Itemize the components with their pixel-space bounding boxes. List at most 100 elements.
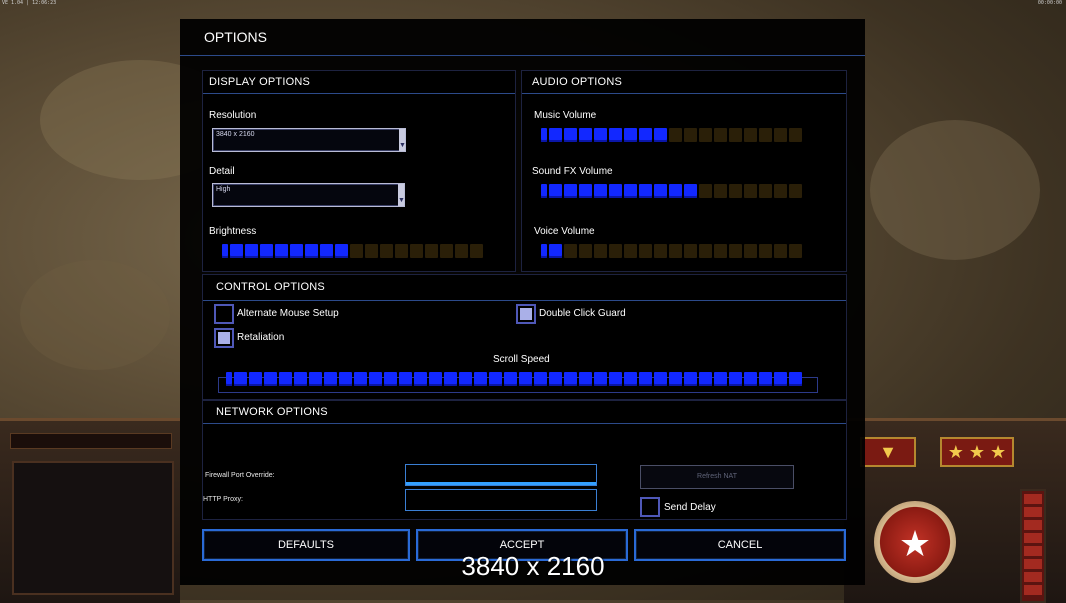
slider-segment[interactable] xyxy=(669,128,682,142)
slider-segment[interactable] xyxy=(579,184,592,198)
brightness-slider[interactable] xyxy=(222,244,483,258)
slider-segment[interactable] xyxy=(564,128,577,142)
slider-segment[interactable] xyxy=(260,244,273,258)
send-delay-checkbox[interactable] xyxy=(640,497,660,517)
slider-segment[interactable] xyxy=(549,128,562,142)
slider-segment[interactable] xyxy=(275,244,288,258)
slider-segment[interactable] xyxy=(339,372,352,386)
dropdown-arrow-icon[interactable]: ▼ xyxy=(398,184,405,206)
slider-segment[interactable] xyxy=(324,372,337,386)
slider-segment[interactable] xyxy=(654,184,667,198)
slider-segment[interactable] xyxy=(305,244,318,258)
slider-segment[interactable] xyxy=(684,244,697,258)
slider-segment[interactable] xyxy=(541,128,547,142)
slider-segment[interactable] xyxy=(354,372,367,386)
slider-segment[interactable] xyxy=(684,184,697,198)
slider-segment[interactable] xyxy=(624,184,637,198)
slider-segment[interactable] xyxy=(609,372,622,386)
dropdown-arrow-icon[interactable]: ▼ xyxy=(399,129,406,151)
slider-segment[interactable] xyxy=(594,184,607,198)
slider-segment[interactable] xyxy=(729,244,742,258)
slider-segment[interactable] xyxy=(774,372,787,386)
slider-segment[interactable] xyxy=(564,184,577,198)
slider-segment[interactable] xyxy=(699,184,712,198)
retaliation-checkbox[interactable] xyxy=(214,328,234,348)
slider-segment[interactable] xyxy=(234,372,247,386)
slider-segment[interactable] xyxy=(744,128,757,142)
slider-segment[interactable] xyxy=(714,244,727,258)
voice-volume-slider[interactable] xyxy=(541,244,802,258)
slider-segment[interactable] xyxy=(714,128,727,142)
slider-segment[interactable] xyxy=(489,372,502,386)
slider-segment[interactable] xyxy=(699,128,712,142)
slider-segment[interactable] xyxy=(654,244,667,258)
detail-dropdown[interactable]: High ▼ xyxy=(212,183,405,207)
slider-segment[interactable] xyxy=(639,128,652,142)
slider-segment[interactable] xyxy=(774,128,787,142)
slider-segment[interactable] xyxy=(294,372,307,386)
slider-segment[interactable] xyxy=(519,372,532,386)
slider-segment[interactable] xyxy=(699,244,712,258)
slider-segment[interactable] xyxy=(684,372,697,386)
slider-segment[interactable] xyxy=(474,372,487,386)
slider-segment[interactable] xyxy=(594,244,607,258)
slider-segment[interactable] xyxy=(279,372,292,386)
slider-segment[interactable] xyxy=(789,372,802,386)
slider-segment[interactable] xyxy=(714,184,727,198)
slider-segment[interactable] xyxy=(549,184,562,198)
slider-segment[interactable] xyxy=(774,184,787,198)
slider-segment[interactable] xyxy=(365,244,378,258)
http-proxy-input[interactable] xyxy=(405,489,597,511)
resolution-dropdown[interactable]: 3840 x 2160 ▼ xyxy=(212,128,406,152)
slider-segment[interactable] xyxy=(639,372,652,386)
firewall-port-input[interactable] xyxy=(405,464,597,486)
hud-arrow-button[interactable]: ▼ xyxy=(860,437,916,467)
slider-segment[interactable] xyxy=(759,184,772,198)
slider-segment[interactable] xyxy=(335,244,348,258)
slider-segment[interactable] xyxy=(669,244,682,258)
slider-segment[interactable] xyxy=(264,372,277,386)
slider-segment[interactable] xyxy=(399,372,412,386)
slider-segment[interactable] xyxy=(534,372,547,386)
slider-segment[interactable] xyxy=(230,244,243,258)
slider-segment[interactable] xyxy=(609,244,622,258)
slider-segment[interactable] xyxy=(639,184,652,198)
slider-segment[interactable] xyxy=(714,372,727,386)
slider-segment[interactable] xyxy=(579,244,592,258)
slider-segment[interactable] xyxy=(669,184,682,198)
slider-segment[interactable] xyxy=(654,128,667,142)
slider-segment[interactable] xyxy=(549,244,562,258)
refresh-nat-button[interactable]: Refresh NAT xyxy=(640,465,794,489)
slider-segment[interactable] xyxy=(369,372,382,386)
slider-segment[interactable] xyxy=(470,244,483,258)
slider-segment[interactable] xyxy=(789,128,802,142)
slider-segment[interactable] xyxy=(744,184,757,198)
sfx-volume-slider[interactable] xyxy=(541,184,802,198)
slider-segment[interactable] xyxy=(380,244,393,258)
slider-segment[interactable] xyxy=(774,244,787,258)
slider-segment[interactable] xyxy=(579,372,592,386)
slider-segment[interactable] xyxy=(654,372,667,386)
music-volume-slider[interactable] xyxy=(541,128,802,142)
slider-segment[interactable] xyxy=(350,244,363,258)
slider-segment[interactable] xyxy=(729,372,742,386)
slider-segment[interactable] xyxy=(384,372,397,386)
slider-segment[interactable] xyxy=(609,128,622,142)
slider-segment[interactable] xyxy=(541,244,547,258)
slider-segment[interactable] xyxy=(459,372,472,386)
slider-segment[interactable] xyxy=(729,128,742,142)
slider-segment[interactable] xyxy=(564,244,577,258)
slider-segment[interactable] xyxy=(594,372,607,386)
slider-segment[interactable] xyxy=(504,372,517,386)
slider-segment[interactable] xyxy=(395,244,408,258)
slider-segment[interactable] xyxy=(226,372,232,386)
slider-segment[interactable] xyxy=(320,244,333,258)
slider-segment[interactable] xyxy=(684,128,697,142)
slider-segment[interactable] xyxy=(222,244,228,258)
hud-rank-button[interactable]: ★ ★ ★ xyxy=(940,437,1014,467)
slider-segment[interactable] xyxy=(440,244,453,258)
slider-segment[interactable] xyxy=(759,244,772,258)
slider-segment[interactable] xyxy=(789,244,802,258)
slider-segment[interactable] xyxy=(249,372,262,386)
double-click-guard-checkbox[interactable] xyxy=(516,304,536,324)
